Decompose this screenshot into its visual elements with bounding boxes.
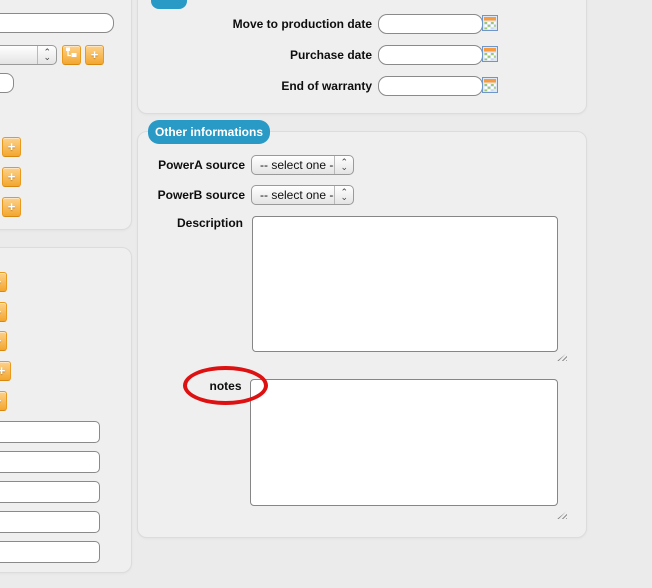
- chevron-updown-icon: ⌃ ⌄: [334, 186, 353, 204]
- sidebar-add-button[interactable]: +: [0, 272, 7, 292]
- powerb-source-select[interactable]: -- select one -- ⌃ ⌄: [251, 185, 354, 205]
- end-of-warranty-label: End of warranty: [281, 79, 372, 93]
- sidebar-input[interactable]: [0, 511, 100, 533]
- sidebar-add-button[interactable]: +: [2, 137, 21, 157]
- move-to-production-date-input[interactable]: [378, 14, 483, 34]
- purchase-date-input[interactable]: [378, 45, 483, 65]
- sidebar-add-button[interactable]: +: [2, 197, 21, 217]
- calendar-icon[interactable]: [482, 46, 498, 62]
- description-textarea[interactable]: [252, 216, 558, 352]
- sidebar-clipped-box[interactable]: [0, 73, 14, 93]
- sidebar-add-button[interactable]: +: [0, 331, 7, 351]
- powerb-source-label: PowerB source: [157, 188, 245, 202]
- add-button[interactable]: +: [85, 45, 104, 65]
- powera-source-label: PowerA source: [158, 158, 245, 172]
- sidebar-add-button[interactable]: +: [0, 302, 7, 322]
- chevron-updown-icon: ⌃ ⌄: [37, 46, 56, 64]
- powera-source-value: -- select one --: [260, 158, 335, 172]
- notes-annotation-circle: notes: [183, 366, 268, 405]
- move-to-production-date-label: Move to production date: [232, 17, 372, 31]
- purchase-date-label: Purchase date: [289, 48, 372, 62]
- page: > ⌃⌄ + + + + + + + + + Move to productio…: [0, 0, 652, 588]
- powera-source-select[interactable]: -- select one -- ⌃ ⌄: [251, 155, 354, 175]
- sidebar-truncated-select[interactable]: ⌃ ⌄: [0, 45, 57, 65]
- tab-other-informations: Other informations: [148, 120, 270, 144]
- sidebar-input[interactable]: [0, 541, 100, 563]
- sidebar-input[interactable]: [0, 421, 100, 443]
- calendar-icon[interactable]: [482, 77, 498, 93]
- tab-stub: [151, 0, 187, 9]
- sidebar-add-button[interactable]: +: [0, 391, 7, 411]
- sidebar-add-button[interactable]: +: [0, 361, 11, 381]
- end-of-warranty-input[interactable]: [378, 76, 483, 96]
- sidebar-input[interactable]: [0, 451, 100, 473]
- description-label: Description: [176, 216, 243, 230]
- sidebar-add-button[interactable]: +: [2, 167, 21, 187]
- powerb-source-value: -- select one --: [260, 188, 335, 202]
- assign-tree-button[interactable]: [62, 45, 81, 65]
- calendar-icon[interactable]: [482, 15, 498, 31]
- tree-icon: [66, 47, 77, 57]
- chevron-updown-icon: ⌃ ⌄: [334, 156, 353, 174]
- notes-label: notes: [209, 378, 242, 393]
- sidebar-panel-top: >: [0, 0, 132, 230]
- sidebar-input[interactable]: [0, 481, 100, 503]
- sidebar-top-input[interactable]: [0, 13, 114, 33]
- notes-textarea[interactable]: [250, 379, 558, 506]
